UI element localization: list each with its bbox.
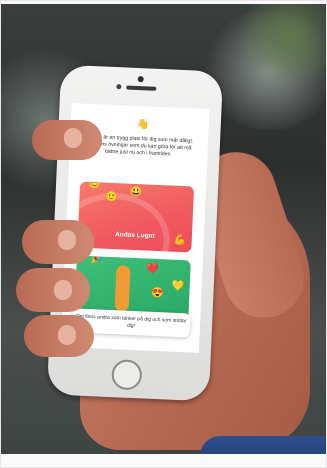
photo-border [0,454,327,468]
earpiece-speaker [126,85,157,91]
home-button[interactable] [111,359,143,391]
heart-eyes-icon: 😍 [151,287,165,300]
ring-finger [16,268,90,312]
breathing-exercise-card[interactable]: 😊 🙂 😃 Andas Lugnt 💪 [77,181,195,253]
heart-icon: 💛 [171,280,185,293]
smiley-icon: 😃 [129,186,143,199]
smiley-icon: 🙂 [105,191,119,204]
photo: 👋 Det här är en trygg plats för dig som … [0,0,327,468]
fingernail [54,280,72,300]
proximity-sensor [116,84,122,90]
fingernail [58,325,76,345]
front-camera [137,75,144,83]
hand-wave-emoji-icon: 👋 [136,118,150,131]
party-popper-icon: 🎉 [90,255,104,265]
heart-icon: ❤️ [146,263,160,276]
fingernail [58,230,76,250]
background-plant [230,0,327,90]
flexed-biceps-icon: 💪 [173,234,187,247]
fingernail [64,128,82,148]
illustration-figure [114,265,131,312]
smiley-icon: 😊 [87,181,101,191]
photo-border [0,0,327,4]
